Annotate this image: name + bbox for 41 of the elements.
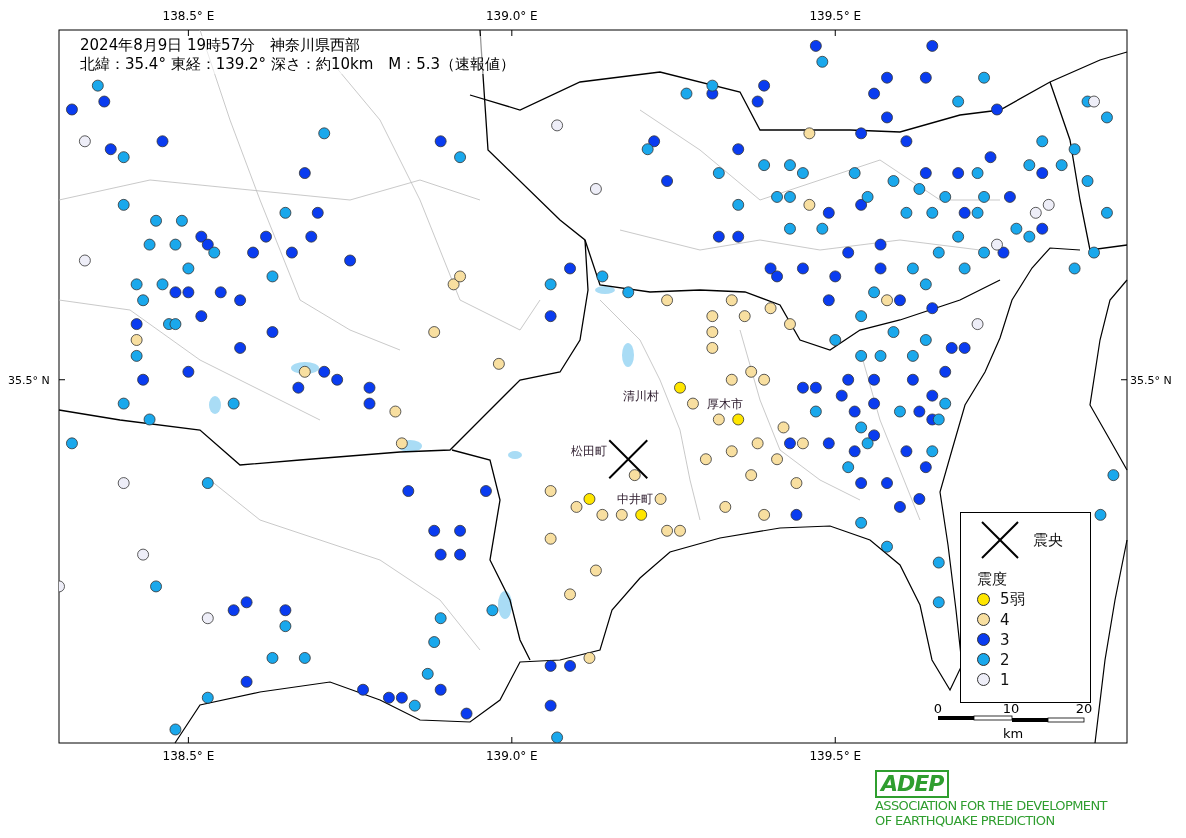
legend-title: 震度 (977, 570, 1007, 589)
logo-mark: ADEP (875, 770, 950, 798)
place-label: 厚木市 (707, 396, 744, 411)
tick-mark (187, 29, 189, 37)
legend-label: 3 (1000, 630, 1010, 649)
latitude-label: 35.5° N (1130, 373, 1172, 387)
scale-unit: km (1002, 726, 1024, 741)
lake (622, 343, 634, 367)
lake (498, 591, 512, 619)
epicenter-marker (608, 439, 649, 480)
tick-mark (58, 379, 66, 381)
scale-label: 20 (1075, 701, 1093, 716)
longitude-label: 139.0° E (485, 749, 538, 760)
longitude-label: 138.5° E (162, 9, 215, 23)
tick-mark (511, 736, 513, 744)
legend-label: 4 (1000, 610, 1010, 629)
logo-text: OF EARTHQUAKE PREDICTION (875, 813, 1056, 828)
tick-mark (834, 29, 836, 37)
latitude-label: 35.5° N (8, 373, 50, 387)
lake (595, 286, 615, 294)
tick-mark (1120, 379, 1128, 381)
longitude-label: 139.5° E (809, 749, 862, 760)
scale-label: 10 (1002, 701, 1020, 716)
legend-label: 5弱 (1000, 590, 1025, 609)
legend-label: 2 (1000, 650, 1010, 669)
legend-label: 1 (1000, 670, 1010, 689)
logo-text: ASSOCIATION FOR THE DEVELOPMENT (875, 798, 1107, 813)
longitude-label: 139.5° E (809, 9, 862, 23)
scale-label: 0 (933, 701, 943, 716)
lake (209, 396, 221, 414)
longitude-label: 139.0° E (485, 9, 538, 23)
tick-mark (834, 736, 836, 744)
longitude-label: 138.5° E (162, 749, 215, 760)
lake (508, 451, 522, 459)
place-label: 清川村 (623, 388, 660, 403)
place-label: 松田町 (571, 444, 608, 459)
tick-mark (511, 29, 513, 37)
legend-epicenter-label: 震央 (1033, 530, 1063, 550)
place-label: 中井町 (616, 491, 653, 506)
epicenter-cross-icon (981, 521, 1019, 559)
tick-mark (187, 736, 189, 744)
